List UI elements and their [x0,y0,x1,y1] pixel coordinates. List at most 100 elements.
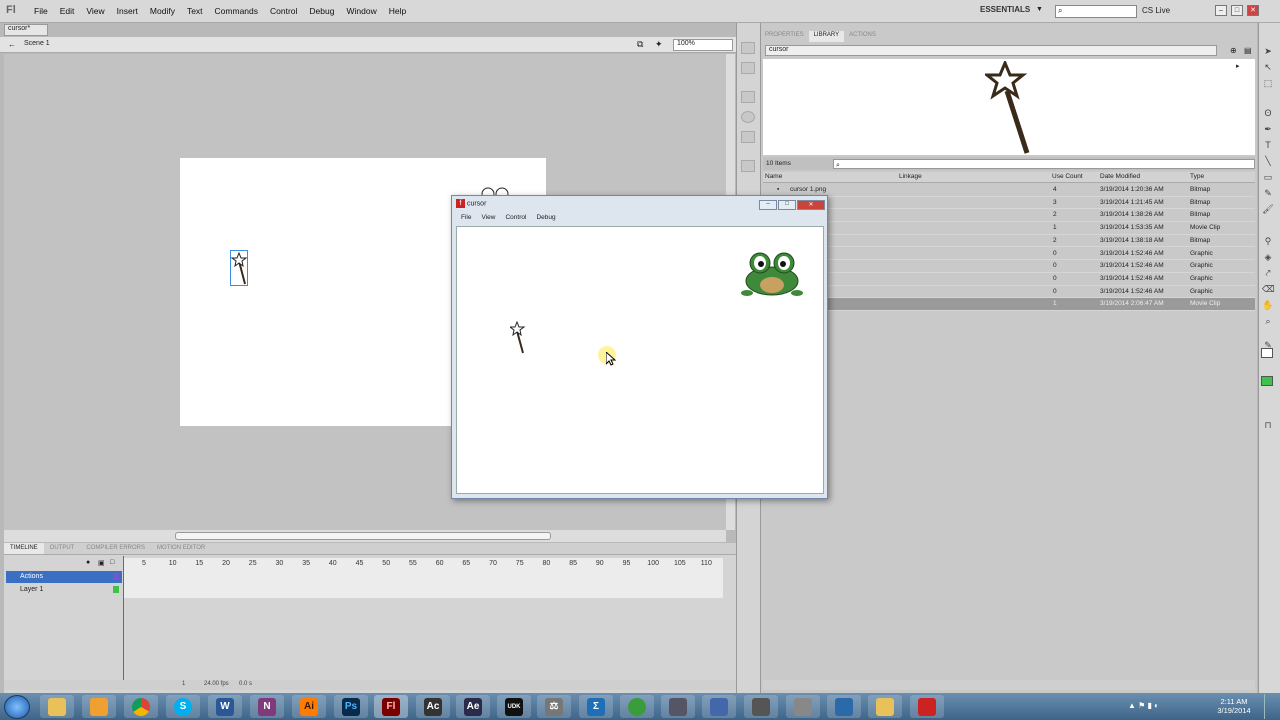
library-document-select[interactable]: cursor [765,45,1217,56]
taskbar-photoshop[interactable]: Ps [334,695,368,718]
new-library-icon[interactable]: ▤ [1244,46,1252,55]
selection-tool-icon[interactable]: ➤ [1262,46,1274,57]
column-type[interactable]: Type [1190,173,1204,180]
playhead[interactable] [123,556,124,690]
column-linkage[interactable]: Linkage [899,173,922,180]
play-icon[interactable]: ▸ [1236,62,1240,70]
document-tab[interactable]: cursor* [4,24,48,36]
workspace-switcher[interactable]: ESSENTIALS [980,5,1030,14]
table-row[interactable]: 03/19/2014 1:52:46 AMGraphic▪ [763,248,1255,261]
zoom-select[interactable]: 100% [673,39,733,51]
free-transform-tool-icon[interactable]: ⬚ [1262,78,1274,89]
table-row[interactable]: 03/19/2014 1:52:46 AMGraphic▪ [763,260,1255,273]
bone-tool-icon[interactable]: ⚲ [1262,236,1274,247]
taskbar-app[interactable] [786,695,820,718]
swf-menu-view[interactable]: View [476,214,500,221]
help-search-input[interactable]: ⌕ [1055,5,1137,18]
notification-area-icon[interactable]: ▲ ⚑ ▮ ◐ [1128,701,1159,710]
taskbar-flash[interactable]: Fl [374,695,408,718]
frames-grid[interactable] [123,558,723,598]
taskbar-explorer[interactable] [40,695,74,718]
eyedropper-tool-icon[interactable]: ⤤ [1262,268,1274,279]
close-button[interactable]: ✕ [1247,5,1259,16]
pen-tool-icon[interactable]: ✒ [1262,124,1274,135]
menu-edit[interactable]: Edit [54,6,81,16]
color-icon[interactable] [741,62,755,74]
back-arrow-icon[interactable]: ← [8,40,16,49]
subselection-tool-icon[interactable]: ↖ [1262,62,1274,73]
swf-menu-file[interactable]: File [456,214,476,221]
pin-icon[interactable]: ⊕ [1230,46,1237,55]
menu-text[interactable]: Text [181,6,209,16]
edit-symbol-icon[interactable]: ✦ [655,39,663,50]
scene-label[interactable]: Scene 1 [24,40,50,47]
layer-layer1[interactable]: Layer 1 [6,584,122,596]
table-row[interactable]: 23/19/2014 1:38:18 AMBitmap▪ [763,235,1255,248]
pencil-tool-icon[interactable]: ✎ [1262,188,1274,199]
taskbar-math[interactable]: Σ [579,695,613,718]
frame-rate[interactable]: 24.00 fps [204,681,229,687]
menu-help[interactable]: Help [383,6,412,16]
taskbar-app[interactable] [620,695,654,718]
taskbar-app[interactable] [661,695,695,718]
table-row[interactable]: 23/19/2014 1:38:26 AMBitmap▪ [763,209,1255,223]
swatches-icon[interactable] [741,91,755,103]
taskbar-illustrator[interactable]: Ai [292,695,326,718]
table-row[interactable]: 33/19/2014 1:21:45 AMBitmap▪ [763,197,1255,210]
menu-modify[interactable]: Modify [144,6,181,16]
scroll-thumb[interactable] [175,532,551,540]
transform-icon[interactable] [741,131,755,143]
tab-actions[interactable]: ACTIONS [844,31,881,42]
tab-timeline[interactable]: TIMELINE [4,543,44,554]
eraser-tool-icon[interactable]: ⌫ [1262,284,1275,295]
start-button[interactable] [4,695,30,719]
taskbar-app[interactable] [827,695,861,718]
maximize-button[interactable]: □ [1231,5,1243,16]
paint-bucket-tool-icon[interactable]: ◈ [1262,252,1274,263]
menu-window[interactable]: Window [340,6,382,16]
edit-scene-icon[interactable]: ⧉ [637,39,643,50]
taskbar-after-effects[interactable]: Ae [456,695,490,718]
taskbar-outlook[interactable] [82,695,116,718]
menu-view[interactable]: View [80,6,110,16]
menu-insert[interactable]: Insert [111,6,144,16]
swf-canvas[interactable] [456,226,824,494]
table-row[interactable]: 03/19/2014 1:52:46 AMGraphic▪ [763,273,1255,286]
taskbar-onenote[interactable]: N [250,695,284,718]
swf-minimize-button[interactable]: – [759,200,777,210]
brush-tool-icon[interactable]: 🖌 [1262,204,1274,215]
menu-control[interactable]: Control [264,6,303,16]
info-icon[interactable] [741,111,755,123]
selected-cursor-instance[interactable] [230,250,248,286]
fill-color-swatch[interactable] [1261,376,1273,386]
swf-menu-debug[interactable]: Debug [531,214,560,221]
tab-compiler-errors[interactable]: COMPILER ERRORS [80,543,151,554]
taskbar-chrome[interactable] [124,695,158,718]
taskbar-app[interactable] [744,695,778,718]
clock[interactable]: 2:11 AM 3/19/2014 [1210,697,1258,715]
layer-actions[interactable]: Actions [6,571,122,583]
rectangle-tool-icon[interactable]: ▭ [1262,172,1274,183]
tab-library[interactable]: LIBRARY [808,31,845,42]
line-tool-icon[interactable]: ╲ [1262,156,1274,167]
code-snippets-icon[interactable] [741,160,755,172]
tab-output[interactable]: OUTPUT [44,543,81,554]
column-name[interactable]: Name [765,173,782,180]
tab-properties[interactable]: PROPERTIES [760,31,809,42]
tab-motion-editor[interactable]: MOTION EDITOR [151,543,211,554]
zoom-tool-icon[interactable]: ⌕ [1262,316,1274,327]
stroke-color-swatch[interactable] [1261,348,1273,358]
column-use-count[interactable]: Use Count [1052,173,1083,180]
swf-close-button[interactable]: ✕ [797,200,825,210]
snap-to-objects-icon[interactable]: ⊓ [1262,420,1274,431]
taskbar-udk[interactable]: UDK [497,695,531,718]
menu-file[interactable]: File [28,6,54,16]
lasso-tool-icon[interactable]: ʘ [1262,108,1274,119]
menu-debug[interactable]: Debug [303,6,340,16]
library-search-input[interactable]: ⌕ [833,159,1255,169]
table-row[interactable]: 13/19/2014 2:06:47 AMMovie Clip▪ [763,298,1255,311]
taskbar-acrobat-connect[interactable]: Ac [416,695,450,718]
hand-tool-icon[interactable]: ✋ [1262,300,1274,311]
minimize-button[interactable]: – [1215,5,1227,16]
taskbar-skype[interactable]: S [166,695,200,718]
